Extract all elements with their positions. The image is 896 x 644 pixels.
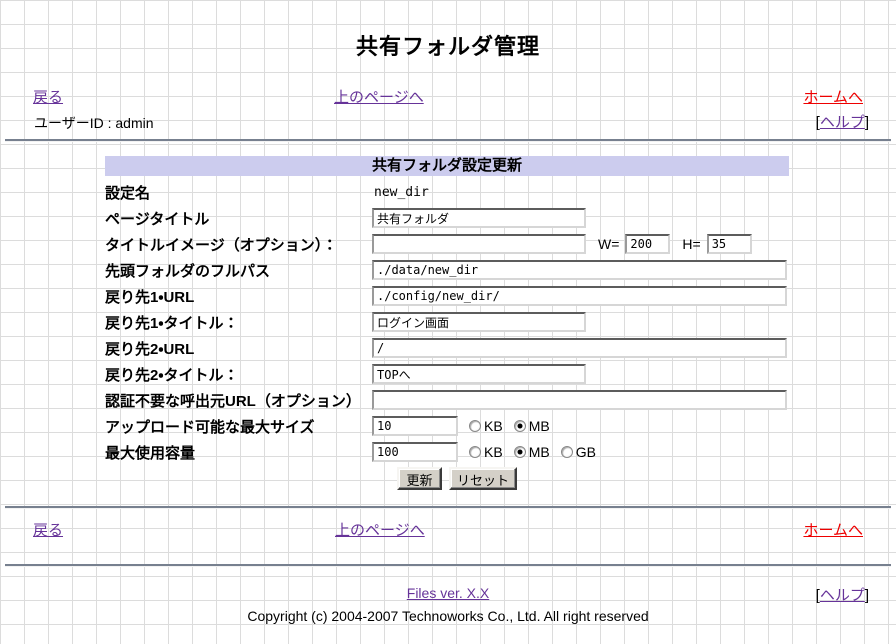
return1-title-label: 戻り先1・タイトル： bbox=[105, 312, 372, 333]
upload-kb-group: KB bbox=[469, 418, 503, 434]
form-buttons-row: 更新 リセット bbox=[397, 467, 789, 490]
capacity-kb-radio[interactable] bbox=[469, 446, 481, 458]
up-page-link-bottom[interactable]: 上のページへ bbox=[335, 519, 425, 540]
image-height-input[interactable] bbox=[707, 234, 752, 254]
shared-folder-settings-form: 共有フォルダ設定更新 設定名 new_dir ページタイトル タイトルイメージ（… bbox=[105, 156, 789, 490]
user-id-text: ユーザーID : admin bbox=[34, 113, 154, 133]
copyright-text: Copyright (c) 2004-2007 Technoworks Co.,… bbox=[0, 608, 896, 624]
top-folder-path-row: 先頭フォルダのフルパス bbox=[105, 257, 789, 283]
top-folder-path-label: 先頭フォルダのフルパス bbox=[105, 260, 372, 281]
version-row: Files ver. X.X bbox=[0, 585, 896, 601]
capacity-mb-radio[interactable] bbox=[514, 446, 526, 458]
divider-top bbox=[5, 139, 891, 141]
height-label: H= bbox=[682, 236, 700, 252]
return1-title-input[interactable] bbox=[372, 312, 586, 332]
divider-middle bbox=[5, 506, 891, 508]
capacity-mb-group: MB bbox=[514, 444, 550, 460]
max-capacity-row: 最大使用容量 KB MB GB bbox=[105, 439, 789, 465]
return2-title-input[interactable] bbox=[372, 364, 586, 384]
up-page-link-top[interactable]: 上のページへ bbox=[334, 86, 424, 107]
help-link-bottom-wrap: [ヘルプ] bbox=[816, 584, 869, 605]
upload-kb-radio[interactable] bbox=[469, 420, 481, 432]
return2-url-label: 戻り先2・URL bbox=[105, 338, 372, 359]
home-link-bottom[interactable]: ホームへ bbox=[803, 519, 863, 540]
width-label: W= bbox=[598, 236, 619, 252]
page-title-row: ページタイトル bbox=[105, 205, 789, 231]
form-rows: 設定名 new_dir ページタイトル タイトルイメージ（オプション）： W= … bbox=[105, 179, 789, 490]
capacity-kb-group: KB bbox=[469, 444, 503, 460]
noauth-url-label: 認証不要な呼出元URL（オプション） bbox=[105, 390, 372, 411]
noauth-url-row: 認証不要な呼出元URL（オプション） bbox=[105, 387, 789, 413]
image-width-input[interactable] bbox=[625, 234, 670, 254]
page-title-label: ページタイトル bbox=[105, 208, 372, 229]
return1-title-row: 戻り先1・タイトル： bbox=[105, 309, 789, 335]
capacity-mb-label: MB bbox=[529, 444, 550, 460]
capacity-kb-label: KB bbox=[484, 444, 503, 460]
upload-mb-group: MB bbox=[514, 418, 550, 434]
capacity-gb-group: GB bbox=[561, 444, 596, 460]
setting-name-value: new_dir bbox=[372, 185, 429, 200]
return2-url-row: 戻り先2・URL bbox=[105, 335, 789, 361]
form-header-bar: 共有フォルダ設定更新 bbox=[105, 156, 789, 176]
bracket-close: ] bbox=[865, 114, 869, 131]
setting-name-label: 設定名 bbox=[105, 182, 372, 203]
noauth-url-input[interactable] bbox=[372, 390, 787, 410]
title-image-input[interactable] bbox=[372, 234, 586, 254]
top-folder-path-input[interactable] bbox=[372, 260, 787, 280]
capacity-gb-radio[interactable] bbox=[561, 446, 573, 458]
upload-kb-label: KB bbox=[484, 418, 503, 434]
page-title: 共有フォルダ管理 bbox=[0, 29, 896, 61]
return2-title-label: 戻り先2・タイトル： bbox=[105, 364, 372, 385]
return2-title-row: 戻り先2・タイトル： bbox=[105, 361, 789, 387]
return1-url-row: 戻り先1・URL bbox=[105, 283, 789, 309]
shared-folder-admin-page: 共有フォルダ管理 戻る 上のページへ ホームへ ユーザーID : admin [… bbox=[0, 0, 896, 644]
page-title-input[interactable] bbox=[372, 208, 586, 228]
return2-url-input[interactable] bbox=[372, 338, 787, 358]
title-image-row: タイトルイメージ（オプション）： W= H= bbox=[105, 231, 789, 257]
setting-name-row: 設定名 new_dir bbox=[105, 179, 789, 205]
return1-url-label: 戻り先1・URL bbox=[105, 286, 372, 307]
upload-mb-label: MB bbox=[529, 418, 550, 434]
home-link-top[interactable]: ホームへ bbox=[803, 86, 863, 107]
return1-url-input[interactable] bbox=[372, 286, 787, 306]
title-image-label: タイトルイメージ（オプション）： bbox=[105, 234, 372, 255]
files-version-link[interactable]: Files ver. X.X bbox=[407, 585, 489, 601]
help-link-bottom[interactable]: ヘルプ bbox=[820, 587, 865, 604]
max-capacity-input[interactable] bbox=[372, 442, 458, 462]
divider-bottom bbox=[5, 564, 891, 566]
help-link-top-wrap: [ヘルプ] bbox=[816, 111, 869, 132]
max-upload-label: アップロード可能な最大サイズ bbox=[105, 416, 372, 437]
bracket-close: ] bbox=[865, 587, 869, 604]
max-capacity-label: 最大使用容量 bbox=[105, 442, 372, 463]
capacity-gb-label: GB bbox=[576, 444, 596, 460]
help-link-top[interactable]: ヘルプ bbox=[820, 114, 865, 131]
back-link-bottom[interactable]: 戻る bbox=[33, 519, 63, 540]
max-upload-row: アップロード可能な最大サイズ KB MB bbox=[105, 413, 789, 439]
max-upload-input[interactable] bbox=[372, 416, 458, 436]
upload-mb-radio[interactable] bbox=[514, 420, 526, 432]
update-button[interactable]: 更新 bbox=[397, 467, 442, 490]
back-link-top[interactable]: 戻る bbox=[33, 86, 63, 107]
reset-button[interactable]: リセット bbox=[449, 467, 517, 490]
